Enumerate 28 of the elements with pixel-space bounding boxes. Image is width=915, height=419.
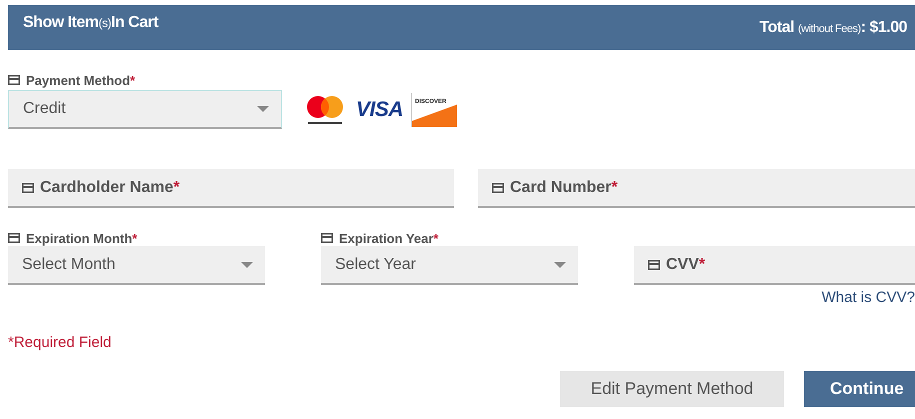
required-note: *Required Field (8, 334, 112, 351)
total-amount: Total (without Fees): $1.00 (760, 18, 907, 37)
visa-logo: VISA (356, 98, 404, 122)
show-cart-link[interactable]: Show Item(s)In Cart (23, 5, 158, 32)
field-label: Expiration Year* (339, 230, 438, 246)
field-label: Payment Method* (26, 72, 136, 88)
field-label: Expiration Month* (26, 230, 138, 246)
credit-card-icon (321, 233, 333, 243)
field-label: Card Number* (510, 178, 618, 196)
caret-icon (241, 262, 253, 268)
credit-card-icon (8, 75, 20, 85)
edit-button[interactable]: Edit Payment Method (560, 371, 784, 407)
help-link[interactable]: What is CVV? (822, 289, 915, 306)
dropdown[interactable]: Select Year (321, 246, 578, 285)
credit-card-icon (22, 182, 34, 192)
credit-card-icon (648, 260, 660, 270)
caret-icon (257, 106, 269, 112)
payment-method-dropdown[interactable]: Credit (8, 90, 282, 129)
caret-icon (554, 262, 566, 268)
input-field[interactable]: Card Number* (478, 169, 915, 208)
input-field[interactable]: Cardholder Name* (8, 169, 454, 208)
dropdown[interactable]: Select Month (8, 246, 265, 285)
continue-button[interactable]: Continue (804, 371, 915, 407)
field-label: Cardholder Name* (40, 178, 180, 196)
field-label: CVV* (666, 256, 706, 274)
credit-card-icon (8, 233, 20, 243)
credit-card-icon (492, 182, 504, 192)
input-field[interactable]: CVV* (634, 246, 915, 285)
